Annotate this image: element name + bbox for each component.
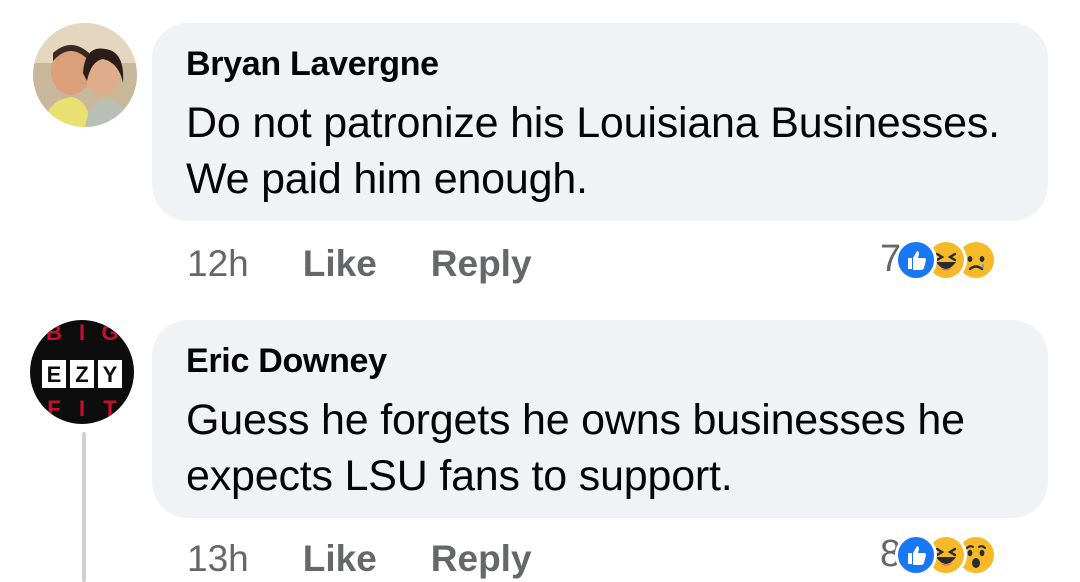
reply-button[interactable]: Reply — [431, 538, 532, 580]
logo-letter: E — [47, 362, 62, 387]
comment-actions: 13h Like Reply — [187, 538, 586, 580]
logo-letter: B — [46, 320, 62, 345]
reaction-summary[interactable]: 8 — [880, 533, 998, 576]
thread-line — [82, 432, 86, 582]
logo-letter: F — [47, 396, 60, 421]
comment-bubble: Eric Downey Guess he forgets he owns bus… — [152, 320, 1048, 518]
like-icon — [895, 238, 938, 281]
comment-actions: 12h Like Reply — [187, 243, 586, 285]
reaction-summary[interactable]: 7 — [880, 238, 998, 281]
comment-text: Do not patronize his Louisiana Businesse… — [186, 99, 1000, 203]
logo-letter: I — [79, 320, 85, 345]
comment-author[interactable]: Bryan Lavergne — [186, 45, 439, 84]
comment-text: Guess he forgets he owns businesses he e… — [186, 396, 965, 500]
comment-timestamp[interactable]: 13h — [187, 538, 249, 580]
like-button[interactable]: Like — [303, 538, 377, 580]
like-icon — [895, 533, 938, 576]
comment-timestamp[interactable]: 12h — [187, 243, 249, 285]
logo-letter: G — [101, 320, 118, 345]
avatar[interactable] — [33, 23, 137, 127]
reply-button[interactable]: Reply — [431, 243, 532, 285]
like-button[interactable]: Like — [303, 243, 377, 285]
logo-letter: I — [79, 396, 85, 421]
logo-letter: T — [103, 396, 117, 421]
comment-bubble: Bryan Lavergne Do not patronize his Loui… — [152, 23, 1048, 221]
avatar-logo[interactable]: B I G F I T E Z Y — [30, 320, 134, 424]
logo-letter: Y — [103, 362, 118, 387]
logo-letter: Z — [75, 362, 88, 387]
comment-author[interactable]: Eric Downey — [186, 342, 387, 381]
